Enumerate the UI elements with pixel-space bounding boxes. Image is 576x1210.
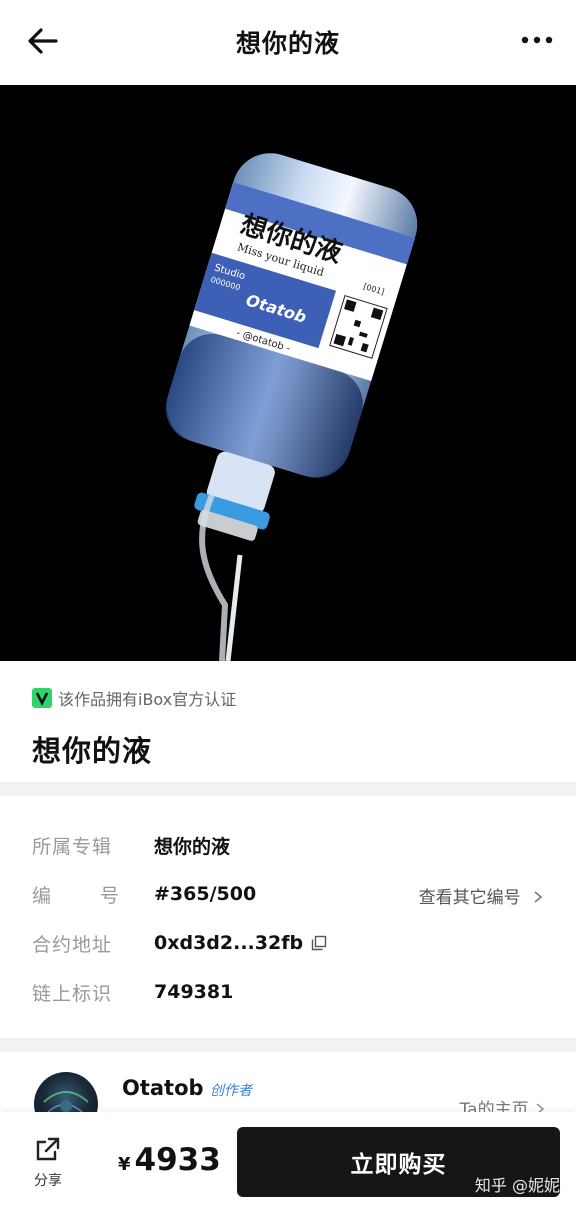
copy-icon[interactable] bbox=[311, 935, 327, 951]
number-label: 编 号 bbox=[32, 884, 120, 907]
contract-value: 0xd3d2...32fb bbox=[154, 932, 304, 954]
chain-value: 749381 bbox=[154, 981, 234, 1003]
verified-badge-icon bbox=[32, 688, 52, 708]
chain-row: 链上标识 749381 bbox=[32, 977, 544, 1007]
certification-row: 该作品拥有iBox官方认证 bbox=[32, 686, 236, 710]
album-label: 所属专辑 bbox=[32, 835, 113, 858]
share-label: 分享 bbox=[34, 1173, 62, 1189]
more-horizontal-icon bbox=[521, 36, 553, 44]
contract-label: 合约地址 bbox=[32, 933, 113, 956]
number-row: 编 号 #365/500 查看其它编号 bbox=[32, 879, 544, 909]
share-icon bbox=[36, 1137, 60, 1161]
artwork-image[interactable]: 想你的液 Miss your liquid [001] Studio 00000… bbox=[0, 85, 576, 661]
watermark-text: 知乎 @妮妮 bbox=[474, 1176, 560, 1195]
page-title: 想你的液 bbox=[235, 29, 340, 58]
chain-label: 链上标识 bbox=[32, 982, 113, 1005]
chevron-right-icon bbox=[534, 891, 543, 903]
artwork-title: 想你的液 bbox=[32, 734, 153, 768]
certification-text: 该作品拥有iBox官方认证 bbox=[58, 690, 237, 709]
price-value: 4933 bbox=[134, 1142, 221, 1178]
album-value: 想你的液 bbox=[154, 835, 231, 858]
creator-tag: 创作者 bbox=[210, 1083, 252, 1099]
creator-name: Otatob bbox=[122, 1076, 204, 1100]
share-button[interactable]: 分享 bbox=[28, 1136, 68, 1190]
more-button[interactable] bbox=[520, 30, 554, 50]
price: ¥ 4933 bbox=[118, 1142, 221, 1178]
top-bar: 想你的液 bbox=[0, 0, 576, 85]
number-value: #365/500 bbox=[154, 883, 257, 905]
other-numbers-link[interactable]: 查看其它编号 bbox=[419, 883, 544, 908]
contract-row: 合约地址 0xd3d2...32fb bbox=[32, 928, 544, 958]
album-row: 所属专辑 想你的液 bbox=[32, 830, 544, 860]
section-divider bbox=[0, 782, 576, 796]
section-divider bbox=[0, 1038, 576, 1052]
price-symbol: ¥ bbox=[118, 1154, 131, 1175]
